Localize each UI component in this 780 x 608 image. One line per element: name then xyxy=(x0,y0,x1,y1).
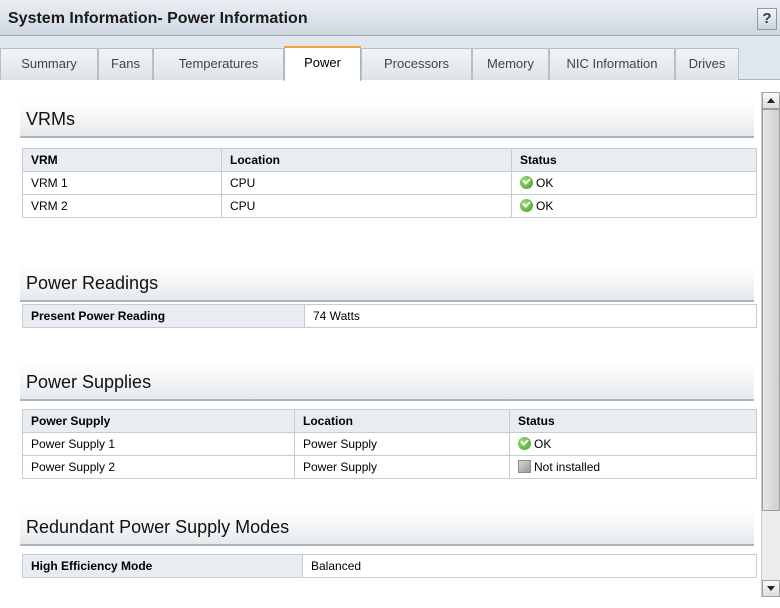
power-supply-name: Power Supply 2 xyxy=(22,455,295,479)
power-supply-location: Power Supply xyxy=(294,432,510,456)
content-pane: VRMs VRM Location Status VRM 1 CPU OK VR… xyxy=(0,80,760,608)
ok-check-icon xyxy=(520,176,533,189)
table-row: VRM 2 CPU OK xyxy=(22,194,757,218)
power-supply-status: Not installed xyxy=(509,455,757,479)
table-header-row: Power Supply Location Status xyxy=(22,409,757,433)
tab-nic-information[interactable]: NIC Information xyxy=(549,48,675,80)
window-titlebar: System Information- Power Information ? xyxy=(0,0,780,36)
tab-drives[interactable]: Drives xyxy=(675,48,739,80)
scroll-up-button[interactable] xyxy=(762,92,780,109)
tab-power[interactable]: Power xyxy=(284,46,361,81)
arrow-down-icon xyxy=(767,586,775,591)
power-supply-status: OK xyxy=(509,432,757,456)
not-installed-icon xyxy=(518,460,531,473)
redundant-modes-section-heading: Redundant Power Supply Modes xyxy=(20,508,754,546)
scroll-down-button[interactable] xyxy=(762,580,780,597)
status-text: OK xyxy=(536,199,554,213)
table-row: Power Supply 2 Power Supply Not installe… xyxy=(22,455,757,479)
ok-check-icon xyxy=(518,437,531,450)
tab-fans[interactable]: Fans xyxy=(98,48,153,80)
tab-summary[interactable]: Summary xyxy=(0,48,98,80)
tab-bar: Summary Fans Temperatures Power Processo… xyxy=(0,36,780,81)
vrms-heading: VRMs xyxy=(26,109,75,129)
table-row: VRM 1 CPU OK xyxy=(22,171,757,195)
ok-check-icon xyxy=(520,199,533,212)
vrm-name: VRM 1 xyxy=(22,171,222,195)
vrm-location: CPU xyxy=(221,171,512,195)
status-column-header: Status xyxy=(509,409,757,433)
high-efficiency-mode-value: Balanced xyxy=(302,554,757,578)
vrm-column-header: VRM xyxy=(22,148,222,172)
status-text: OK xyxy=(536,176,554,190)
status-text: Not installed xyxy=(534,460,601,474)
help-button[interactable]: ? xyxy=(757,8,777,30)
tab-processors[interactable]: Processors xyxy=(361,48,472,80)
tab-temperatures[interactable]: Temperatures xyxy=(153,48,284,80)
power-readings-table: Present Power Reading 74 Watts xyxy=(22,304,757,328)
vrm-status: OK xyxy=(511,171,757,195)
location-column-header: Location xyxy=(294,409,510,433)
vertical-scrollbar[interactable] xyxy=(761,92,780,597)
power-supplies-section-heading: Power Supplies xyxy=(20,363,754,401)
vrm-location: CPU xyxy=(221,194,512,218)
power-supply-name: Power Supply 1 xyxy=(22,432,295,456)
scrollbar-thumb[interactable] xyxy=(762,109,780,511)
power-supply-column-header: Power Supply xyxy=(22,409,295,433)
power-supply-location: Power Supply xyxy=(294,455,510,479)
table-row: Present Power Reading 74 Watts xyxy=(22,304,757,328)
window-title: System Information- Power Information xyxy=(8,10,308,27)
redundant-modes-table: High Efficiency Mode Balanced xyxy=(22,554,757,578)
arrow-up-icon xyxy=(767,98,775,103)
redundant-modes-heading: Redundant Power Supply Modes xyxy=(26,517,290,537)
vrm-name: VRM 2 xyxy=(22,194,222,218)
power-supplies-table: Power Supply Location Status Power Suppl… xyxy=(22,409,757,479)
present-power-reading-value: 74 Watts xyxy=(304,304,757,328)
tab-memory[interactable]: Memory xyxy=(472,48,549,80)
high-efficiency-mode-label: High Efficiency Mode xyxy=(22,554,303,578)
power-supplies-heading: Power Supplies xyxy=(26,372,152,392)
power-readings-section-heading: Power Readings xyxy=(20,264,754,302)
vrm-status: OK xyxy=(511,194,757,218)
table-row: Power Supply 1 Power Supply OK xyxy=(22,432,757,456)
status-column-header: Status xyxy=(511,148,757,172)
table-header-row: VRM Location Status xyxy=(22,148,757,172)
table-row: High Efficiency Mode Balanced xyxy=(22,554,757,578)
location-column-header: Location xyxy=(221,148,512,172)
present-power-reading-label: Present Power Reading xyxy=(22,304,305,328)
vrms-section-heading: VRMs xyxy=(20,100,754,138)
status-text: OK xyxy=(534,437,552,451)
vrms-table: VRM Location Status VRM 1 CPU OK VRM 2 C… xyxy=(22,148,757,218)
power-readings-heading: Power Readings xyxy=(26,273,159,293)
